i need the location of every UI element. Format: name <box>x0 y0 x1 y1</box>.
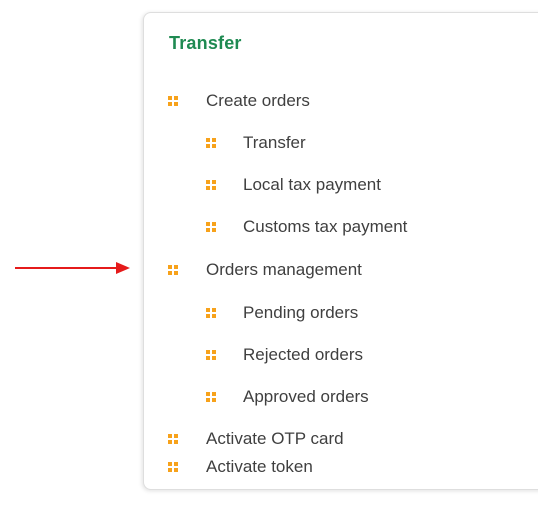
menu-item-label: Activate OTP card <box>206 429 344 448</box>
menu-item-label: Orders management <box>206 260 362 279</box>
menu-item-label: Approved orders <box>243 387 369 406</box>
menu-item-create-orders[interactable]: Create orders <box>168 89 310 113</box>
grid-bullet-icon <box>206 179 217 191</box>
menu-item-label: Local tax payment <box>243 175 381 194</box>
menu-item-label: Transfer <box>243 133 306 152</box>
page-stage: Transfer Create orders Transfer Local ta… <box>0 0 538 520</box>
menu-item-pending-orders[interactable]: Pending orders <box>206 301 358 325</box>
grid-bullet-icon <box>206 307 217 319</box>
menu-item-label: Activate token <box>206 457 313 476</box>
menu-item-approved-orders[interactable]: Approved orders <box>206 385 369 409</box>
menu-item-label: Rejected orders <box>243 345 364 364</box>
grid-bullet-icon <box>206 349 217 361</box>
menu-item-activate-otp-card[interactable]: Activate OTP card <box>168 427 344 451</box>
menu-item-customs-tax-payment[interactable]: Customs tax payment <box>206 215 407 239</box>
menu-item-label: Pending orders <box>243 303 359 322</box>
grid-bullet-icon <box>206 221 217 233</box>
menu-item-orders-management[interactable]: Orders management <box>168 258 362 282</box>
menu-item-rejected-orders[interactable]: Rejected orders <box>206 343 363 367</box>
menu-item-activate-token[interactable]: Activate token <box>168 455 313 479</box>
grid-bullet-icon <box>168 95 179 107</box>
menu-item-transfer[interactable]: Transfer <box>206 131 306 155</box>
grid-bullet-icon <box>206 137 217 149</box>
transfer-menu-panel: Transfer Create orders Transfer Local ta… <box>143 12 538 490</box>
grid-bullet-icon <box>168 433 179 445</box>
grid-bullet-icon <box>168 461 179 473</box>
menu-item-local-tax-payment[interactable]: Local tax payment <box>206 173 381 197</box>
menu-item-label: Customs tax payment <box>243 217 408 236</box>
menu-item-label: Create orders <box>206 91 310 110</box>
right-arrow-icon <box>15 262 130 274</box>
grid-bullet-icon <box>168 264 179 276</box>
menu-title: Transfer <box>169 33 242 53</box>
grid-bullet-icon <box>206 391 217 403</box>
